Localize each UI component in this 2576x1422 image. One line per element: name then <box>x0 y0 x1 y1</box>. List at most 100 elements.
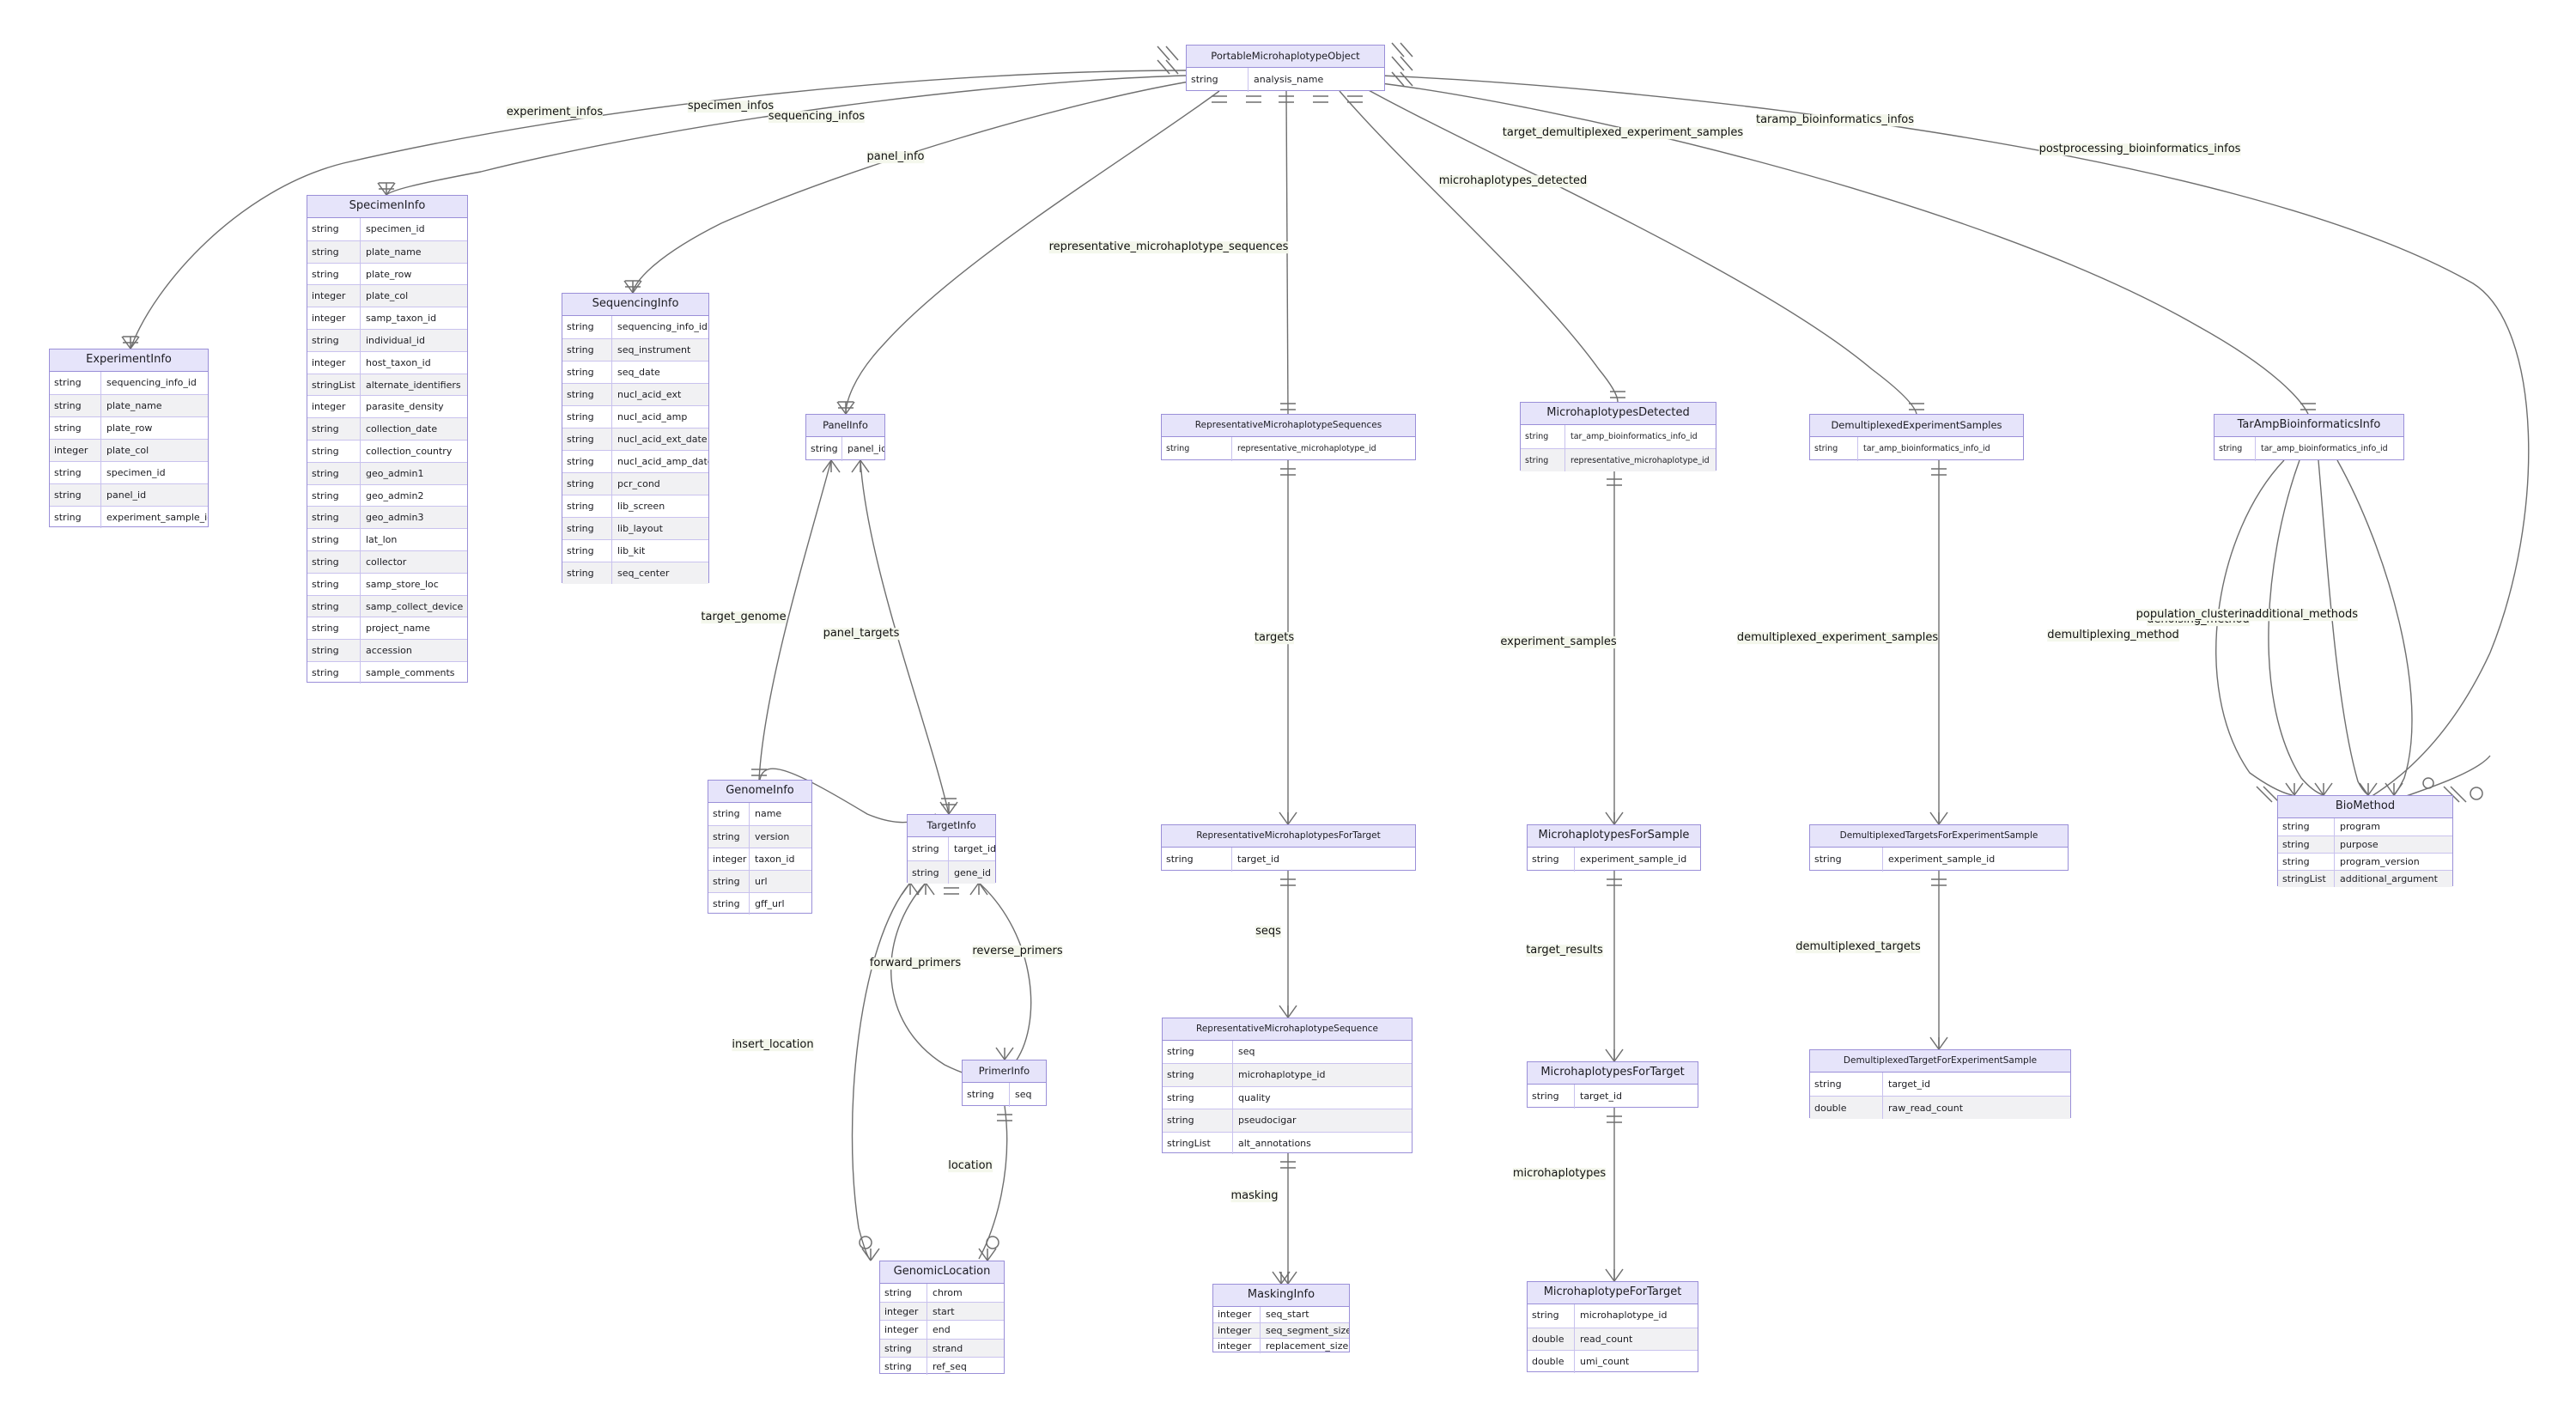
entity-title: RepresentativeMicrohaplotypeSequence <box>1163 1018 1412 1041</box>
entity-field-row: string tar_amp_bioinformatics_info_id <box>1521 425 1716 448</box>
entity-field-row: string analysis_name <box>1187 68 1384 92</box>
entity-specimen_info[interactable]: SpecimenInfo string specimen_id string plate… <box>307 195 468 684</box>
entity-title: PanelInfo <box>806 415 884 437</box>
entity-genome_info[interactable]: GenomeInfo string name string version integer… <box>708 780 812 915</box>
entity-fields: string target_id double raw_read_count <box>1810 1073 2070 1119</box>
entity-field-row: string target_id <box>908 837 995 860</box>
entity-fields: string tar_amp_bioinformatics_info_id stri… <box>1521 425 1716 471</box>
edge-pmo-sequencing_infos <box>632 81 1190 294</box>
field-name: program_version <box>2340 856 2420 867</box>
cardinality-mark <box>860 459 870 473</box>
cardinality-mark <box>925 882 935 896</box>
cardinality-zero-mark <box>2422 777 2434 789</box>
field-type: string <box>562 495 612 517</box>
entity-microhaplotype_for_target[interactable]: MicrohaplotypeForTarget string microhaplot… <box>1527 1281 1698 1373</box>
field-name: nucl_acid_amp <box>617 411 688 422</box>
entity-genomic_location[interactable]: GenomicLocation string chrom integer start in… <box>879 1261 1005 1375</box>
entity-field-row: integer replacement_size <box>1213 1338 1349 1353</box>
entity-field-row: string accession <box>307 639 467 661</box>
entity-fields: string seq <box>963 1083 1046 1107</box>
entity-title: TarAmpBioinformaticsInfo <box>2215 415 2403 437</box>
field-name: program <box>2340 821 2380 832</box>
field-name: samp_store_loc <box>366 578 439 590</box>
field-name: seq_segment_size <box>1266 1325 1349 1336</box>
entity-title: TargetInfo <box>908 815 995 837</box>
entity-fields: integer seq_start integer seq_segment_size i… <box>1213 1307 1349 1353</box>
entity-masking_info[interactable]: MaskingInfo integer seq_start integer seq_se… <box>1212 1284 1350 1353</box>
entity-sequencing_info[interactable]: SequencingInfo string sequencing_info_id st… <box>562 293 709 584</box>
cardinality-mark <box>1613 1268 1624 1282</box>
entity-representative_microhaplotype_sequences[interactable]: RepresentativeMicrohaplotypeSequences str… <box>1161 414 1416 461</box>
entity-fields: string representative_microhaplotype_id <box>1162 437 1415 461</box>
entity-panel_info[interactable]: PanelInfo string panel_id <box>805 414 885 461</box>
entity-field-row: string individual_id <box>307 328 467 351</box>
field-name: seq_start <box>1266 1309 1309 1320</box>
entity-tar_amp_bioinformatics_info[interactable]: TarAmpBioinformaticsInfo string tar_amp_bi… <box>2214 414 2404 461</box>
field-name: lib_screen <box>617 501 665 512</box>
relationship-label: demultiplexed_targets <box>1795 940 1921 954</box>
cardinality-mark <box>1929 1036 1940 1050</box>
field-type: string <box>562 451 612 472</box>
cardinality-mark <box>901 882 911 896</box>
field-type: string <box>708 893 750 915</box>
relationship-label: seqs <box>1255 925 1281 939</box>
entity-microhaplotypes_for_sample[interactable]: MicrohaplotypesForSample string experiment… <box>1527 824 1701 872</box>
entity-representative_microhaplotypes_for_target[interactable]: RepresentativeMicrohaplotypesForTarget st… <box>1161 824 1416 872</box>
cardinality-mark <box>130 336 140 349</box>
cardinality-mark <box>987 1248 997 1261</box>
entity-field-row: string sequencing_info_id <box>562 316 708 338</box>
entity-primer_info[interactable]: PrimerInfo string seq <box>962 1060 1047 1107</box>
entity-microhaplotypes_for_target[interactable]: MicrohaplotypesForTarget string target_id <box>1527 1061 1698 1109</box>
entity-title: PrimerInfo <box>963 1060 1046 1083</box>
entity-field-row: string experiment_sample_id <box>50 506 208 528</box>
entity-field-row: stringList additional_argument <box>2278 870 2452 887</box>
relationship-label: microhaplotypes <box>1512 1167 1607 1181</box>
relationship-label: taramp_bioinformatics_infos <box>1755 113 1915 127</box>
cardinality-mark <box>1279 811 1289 825</box>
entity-title: SequencingInfo <box>562 294 708 316</box>
entity-title: PortableMicrohaplotypeObject <box>1187 46 1384 68</box>
entity-fields: string experiment_sample_id <box>1528 848 1700 872</box>
field-type: string <box>806 437 842 461</box>
field-type: string <box>1162 848 1232 872</box>
cardinality-mark <box>1605 1268 1615 1282</box>
entity-field-row: integer plate_col <box>307 284 467 307</box>
entity-field-row: integer seq_start <box>1213 1307 1349 1322</box>
entity-demultiplexed_targets_for_experiment_sample[interactable]: DemultiplexedTargetsForExperimentSample s… <box>1809 824 2069 872</box>
entity-bio_method[interactable]: BioMethod string program string purpose strin… <box>2277 795 2453 887</box>
entity-microhaplotypes_detected[interactable]: MicrohaplotypesDetected string tar_amp_bio… <box>1520 402 1716 471</box>
entity-field-row: string lat_lon <box>307 528 467 550</box>
entity-field-row: double read_count <box>1528 1327 1698 1351</box>
field-type: string <box>1163 1086 1233 1109</box>
entity-fields: string sequencing_info_id string seq_instru… <box>562 316 708 584</box>
field-type: string <box>307 507 361 529</box>
entity-demultiplexed_experiment_samples[interactable]: DemultiplexedExperimentSamples string tar_… <box>1809 414 2024 461</box>
field-type: string <box>562 339 612 361</box>
field-type: string <box>307 418 361 440</box>
entity-field-row: string lib_kit <box>562 539 708 562</box>
entity-representative_microhaplotype_sequence[interactable]: RepresentativeMicrohaplotypeSequence stri… <box>1162 1018 1413 1154</box>
field-type: string <box>1163 1064 1233 1086</box>
er-diagram-canvas: PortableMicrohaplotypeObject string analys… <box>0 0 2576 1422</box>
field-name: read_count <box>1580 1333 1633 1345</box>
field-name: seq <box>1238 1046 1255 1057</box>
entity-experiment_info[interactable]: ExperimentInfo string sequencing_info_id st… <box>49 349 209 528</box>
relationship-label: masking <box>1230 1189 1279 1203</box>
entity-field-row: string collection_date <box>307 417 467 440</box>
entity-field-row: string panel_id <box>806 437 884 461</box>
field-name: target_id <box>1237 854 1279 865</box>
field-type: string <box>50 507 101 528</box>
field-name: pseudocigar <box>1238 1115 1297 1127</box>
cardinality-mark <box>969 882 980 896</box>
entity-title: GenomeInfo <box>708 781 811 803</box>
relationship-label: forward_primers <box>869 957 962 970</box>
entity-demultiplexed_target_for_experiment_sample[interactable]: DemultiplexedTargetForExperimentSample st… <box>1809 1049 2071 1119</box>
entity-fields: string target_id string gene_id <box>908 837 995 884</box>
entity-fields: string tar_amp_bioinformatics_info_id <box>1810 437 2023 461</box>
entity-fields: string analysis_name <box>1187 68 1384 92</box>
entity-portable_microhaplotype_object[interactable]: PortableMicrohaplotypeObject string analys… <box>1186 45 1385 92</box>
entity-target_info[interactable]: TargetInfo string target_id string gene_id <box>907 814 996 884</box>
cardinality-mark <box>870 1248 880 1261</box>
cardinality-mark <box>1391 42 1405 58</box>
cardinality-mark <box>1279 1005 1289 1018</box>
